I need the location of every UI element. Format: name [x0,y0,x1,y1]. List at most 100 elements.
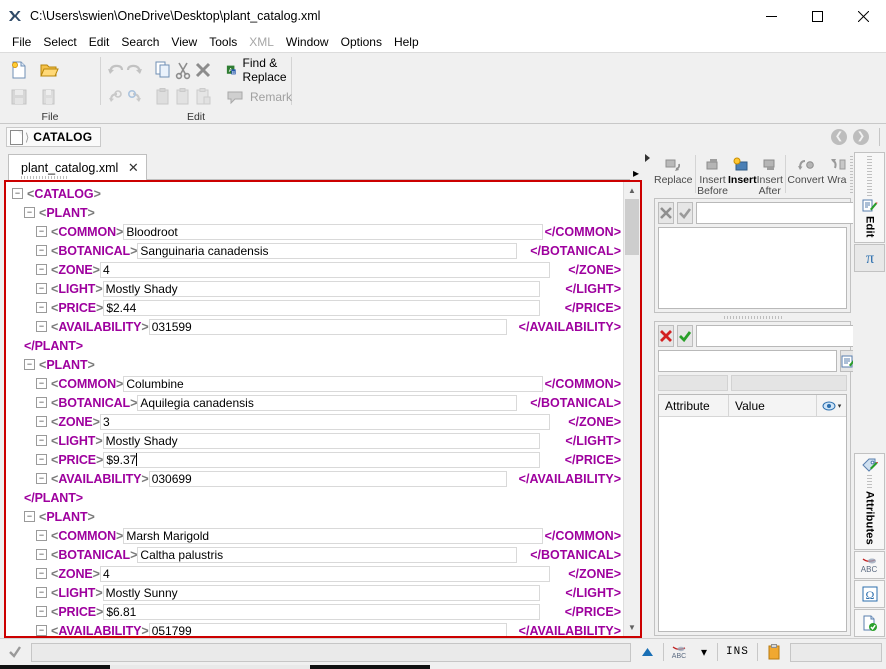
menu-options[interactable]: Options [335,33,388,51]
insert-after-button[interactable]: Insert After [757,154,783,196]
xml-line[interactable]: −<ZONE>3</ZONE> [6,412,623,431]
collapse-toggle-icon[interactable]: − [36,549,47,560]
menu-view[interactable]: View [165,33,203,51]
insert-button[interactable]: Insert [728,154,757,186]
collapse-toggle-icon[interactable]: − [36,473,47,484]
paste-text-button[interactable] [193,84,213,110]
close-button[interactable] [840,0,886,32]
collapse-toggle-icon[interactable]: − [36,245,47,256]
delete-button[interactable] [193,57,213,83]
xml-line[interactable]: −<LIGHT>Mostly Shady</LIGHT> [6,431,623,450]
vtab-symbols[interactable]: Ω [854,580,885,608]
xml-line[interactable]: −<ZONE>4</ZONE> [6,564,623,583]
insert-before-button[interactable]: Insert Before [697,154,728,196]
xml-value-field[interactable]: Caltha palustris [137,547,517,563]
collapse-toggle-icon[interactable]: − [36,416,47,427]
xml-line[interactable]: −<COMMON>Bloodroot</COMMON> [6,222,623,241]
xml-line[interactable]: −<COMMON>Columbine</COMMON> [6,374,623,393]
confirm-check-green-icon[interactable] [677,325,693,347]
collapse-toggle-icon[interactable]: − [36,397,47,408]
xml-value-field[interactable]: $9.37 [103,452,540,468]
collapse-toggle-icon[interactable]: − [36,568,47,579]
xml-value-field[interactable]: Bloodroot [123,224,542,240]
xml-line[interactable]: −<BOTANICAL>Caltha palustris</BOTANICAL> [6,545,623,564]
eye-dropdown-caret[interactable]: ▾ [838,402,842,410]
vtab-edit[interactable]: Edit [854,152,885,243]
collapse-toggle-icon[interactable]: − [36,378,47,389]
menu-file[interactable]: File [6,33,37,51]
xml-line[interactable]: −<AVAILABILITY>031599</AVAILABILITY> [6,317,623,336]
xml-line[interactable]: −<ZONE>4</ZONE> [6,260,623,279]
collapse-toggle-icon[interactable]: − [36,283,47,294]
tab-close-icon[interactable]: ✕ [126,160,140,176]
paste-button[interactable] [153,84,173,110]
spell-dropdown-caret[interactable]: ▾ [696,642,712,662]
confirm-check-icon[interactable] [677,202,693,224]
check-gray-icon[interactable] [4,642,26,662]
xml-line[interactable]: −<BOTANICAL>Aquilegia canadensis</BOTANI… [6,393,623,412]
remark-button[interactable]: Remark [221,84,300,110]
xml-line[interactable]: −<PLANT> [6,507,623,526]
collapse-toggle-icon[interactable]: − [36,530,47,541]
nav-forward-icon[interactable]: ❯ [853,129,869,145]
xml-line[interactable]: −<PRICE>$2.44</PRICE> [6,298,623,317]
xml-value-field[interactable]: $6.81 [103,604,540,620]
insert-mode-indicator[interactable]: INS [723,646,752,658]
cancel-x-icon[interactable] [658,202,674,224]
scrollbar-thumb[interactable] [625,199,639,255]
redo-history-button[interactable] [125,84,145,110]
scroll-down-icon[interactable]: ▼ [624,619,640,636]
collapse-toggle-icon[interactable]: − [36,264,47,275]
xml-line[interactable]: −<PLANT> [6,355,623,374]
xml-value-field[interactable]: Aquilegia canadensis [137,395,517,411]
wrap-button[interactable]: Wra [824,154,849,186]
collapse-toggle-icon[interactable]: − [36,454,47,465]
xml-value-field[interactable]: 4 [100,262,550,278]
xml-value-field[interactable]: 051799 [149,623,507,637]
xml-line[interactable]: </PLANT> [6,336,623,355]
xml-value-field[interactable]: Mostly Shady [103,433,540,449]
open-file-button[interactable] [34,57,64,83]
collapse-toggle-icon[interactable]: − [24,359,35,370]
xml-line[interactable]: −<AVAILABILITY>051799</AVAILABILITY> [6,621,623,636]
attribute-value-input[interactable] [696,325,875,347]
find-replace-button[interactable]: A B Find & Replace [221,57,302,83]
nav-back-icon[interactable]: ❮ [831,129,847,145]
xml-line[interactable]: −<PLANT> [6,203,623,222]
editor-vertical-scrollbar[interactable]: ▲ ▼ [623,182,640,636]
pane-splitter[interactable] [652,313,853,321]
cut-button[interactable] [173,57,193,83]
collapse-toggle-icon[interactable]: − [36,587,47,598]
collapse-toggle-icon[interactable]: − [36,321,47,332]
attributes-table-body[interactable] [659,417,846,631]
breadcrumb-catalog[interactable]: ⟩ CATALOG [6,127,101,147]
save-as-button[interactable] [34,84,64,110]
xml-line[interactable]: −<COMMON>Marsh Marigold</COMMON> [6,526,623,545]
save-button[interactable] [4,84,34,110]
element-name-input[interactable] [696,202,875,224]
xml-value-field[interactable]: Sanguinaria canadensis [137,243,517,259]
convert-button[interactable]: Convert [787,154,824,186]
collapse-toggle-icon[interactable]: − [24,511,35,522]
clipboard-icon[interactable] [763,642,785,662]
xml-value-field[interactable]: $2.44 [103,300,540,316]
blue-triangle-icon[interactable] [636,642,658,662]
attribute-name-input[interactable] [658,350,837,372]
xml-line[interactable]: −<AVAILABILITY>030699</AVAILABILITY> [6,469,623,488]
collapse-toggle-icon[interactable]: − [24,207,35,218]
replace-button[interactable]: Replace [654,154,693,186]
collapse-toggle-icon[interactable]: − [36,625,47,636]
xml-source-editor[interactable]: −<CATALOG>−<PLANT>−<COMMON>Bloodroot</CO… [6,182,623,636]
xml-value-field[interactable]: Mostly Shady [103,281,540,297]
xml-line[interactable]: −<BOTANICAL>Sanguinaria canadensis</BOTA… [6,241,623,260]
scroll-up-icon[interactable]: ▲ [624,182,640,199]
xml-value-field[interactable]: 030699 [149,471,507,487]
collapse-toggle-icon[interactable]: − [36,302,47,313]
column-header-value[interactable]: Value [729,395,816,417]
xml-value-field[interactable]: Mostly Sunny [103,585,540,601]
xml-value-field[interactable]: Marsh Marigold [123,528,542,544]
vtab-spelling[interactable]: ABC [854,551,885,579]
xml-line[interactable]: −<PRICE>$6.81</PRICE> [6,602,623,621]
vtab-validate[interactable] [854,609,885,637]
xml-line[interactable]: −<LIGHT>Mostly Sunny</LIGHT> [6,583,623,602]
